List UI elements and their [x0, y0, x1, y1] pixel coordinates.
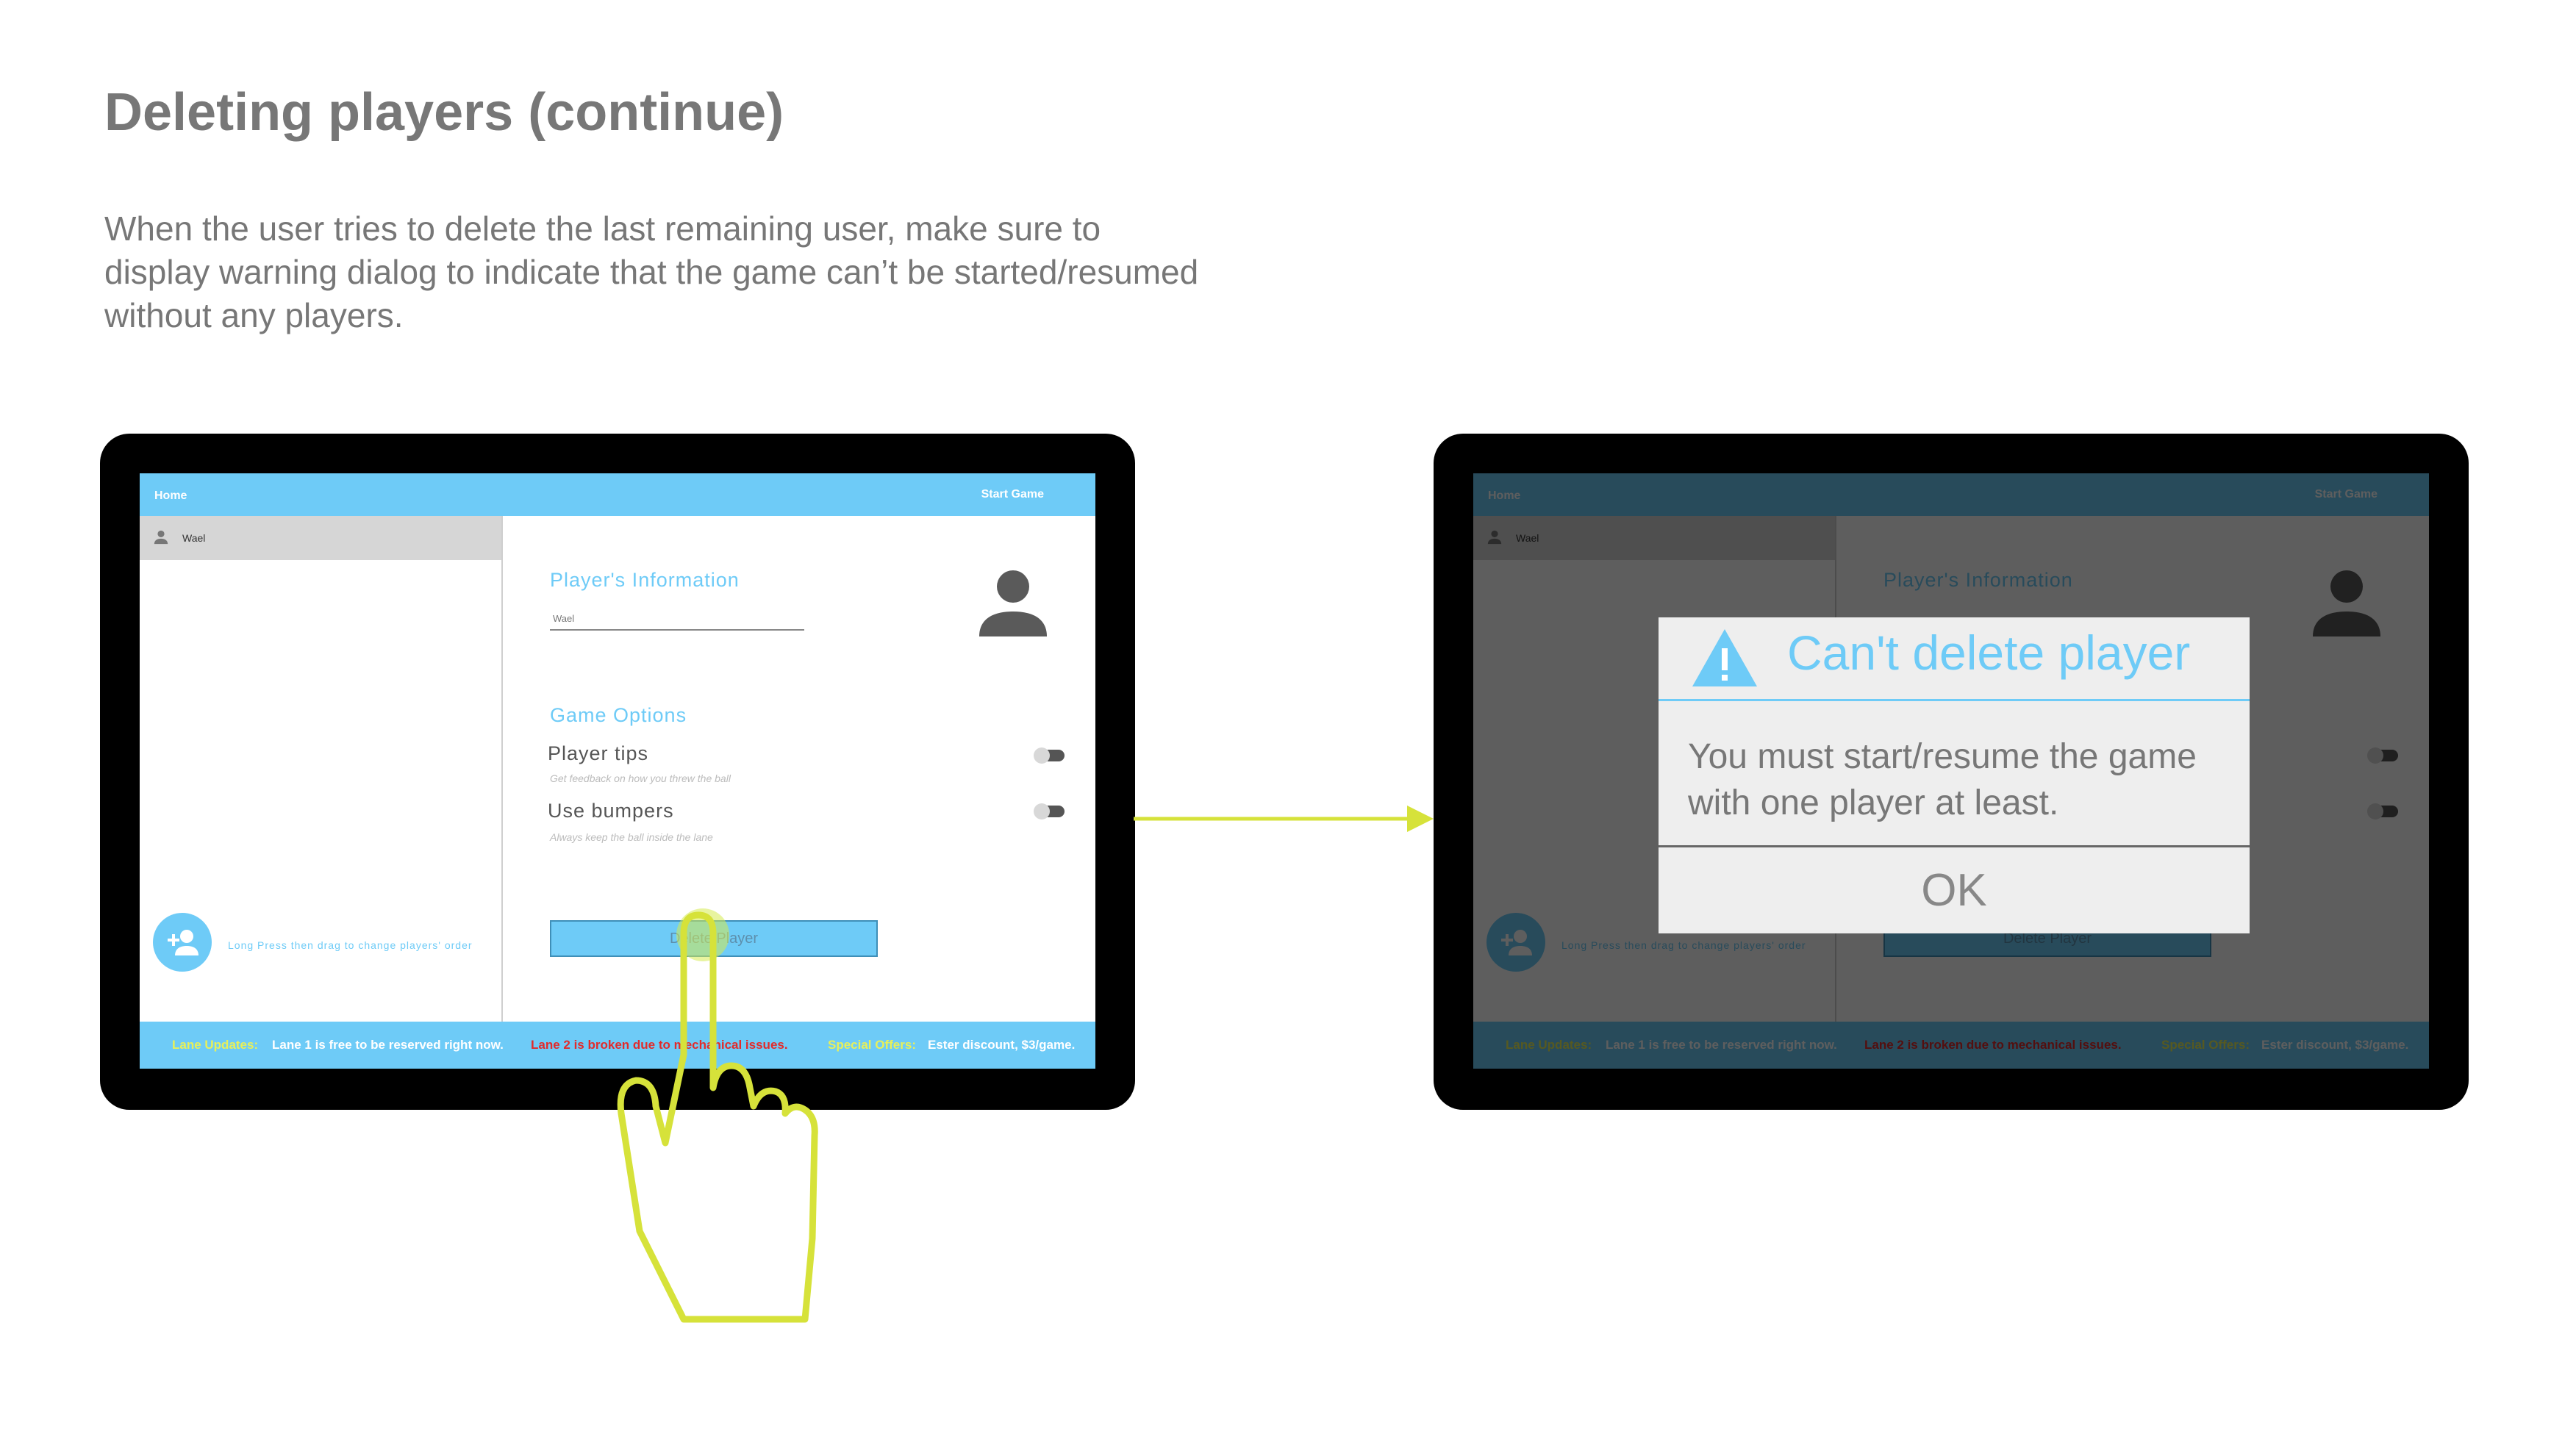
add-player-button[interactable]	[153, 913, 212, 972]
player-name: Wael	[182, 532, 206, 544]
dialog-header: Can't delete player	[1659, 617, 2250, 701]
lane-updates-label: Lane Updates:	[172, 1038, 259, 1052]
use-bumpers-toggle[interactable]	[1034, 803, 1065, 819]
avatar-icon	[979, 570, 1047, 636]
slide-description: When the user tries to delete the last r…	[104, 209, 1199, 334]
pointing-hand-icon	[617, 911, 818, 1323]
players-info-heading: Player's Information	[550, 569, 740, 591]
slide-title: Deleting players (continue)	[104, 83, 784, 142]
offer-text: Ester discount, $3/game.	[928, 1038, 1076, 1052]
ok-button[interactable]: OK	[1659, 847, 2250, 933]
players-sidebar: Wael Long Press then drag to change play…	[140, 516, 503, 1022]
app-screen-with-dialog: Home Start Game Wael Long Press then dra…	[1473, 473, 2429, 1069]
player-tips-toggle[interactable]	[1034, 747, 1065, 764]
player-list-item[interactable]: Wael	[140, 516, 501, 560]
app-bar: Home Start Game	[140, 473, 1095, 516]
use-bumpers-description: Always keep the ball inside the lane	[550, 831, 713, 843]
reorder-hint: Long Press then drag to change players' …	[228, 939, 473, 951]
use-bumpers-label: Use bumpers	[548, 800, 674, 822]
name-field-value: Wael	[553, 613, 575, 624]
start-game-button[interactable]: Start Game	[981, 488, 1044, 501]
player-tips-label: Player tips	[548, 742, 649, 764]
game-options-heading: Game Options	[550, 704, 687, 726]
add-person-icon	[168, 930, 198, 955]
person-icon	[154, 530, 168, 545]
player-tips-description: Get feedback on how you threw the ball	[550, 772, 731, 784]
dialog-title: Can't delete player	[1787, 625, 2191, 680]
dialog-message: You must start/resume the game with one …	[1688, 737, 2197, 822]
player-name-field[interactable]: Wael	[550, 610, 804, 631]
warning-icon	[1692, 629, 1757, 686]
transition-arrow	[1134, 806, 1434, 832]
home-link[interactable]: Home	[154, 489, 187, 503]
tablet-after: Home Start Game Wael Long Press then dra…	[1434, 434, 2469, 1110]
cant-delete-dialog: Can't delete player You must start/resum…	[1659, 617, 2250, 933]
lane1-status: Lane 1 is free to be reserved right now.	[272, 1038, 504, 1052]
